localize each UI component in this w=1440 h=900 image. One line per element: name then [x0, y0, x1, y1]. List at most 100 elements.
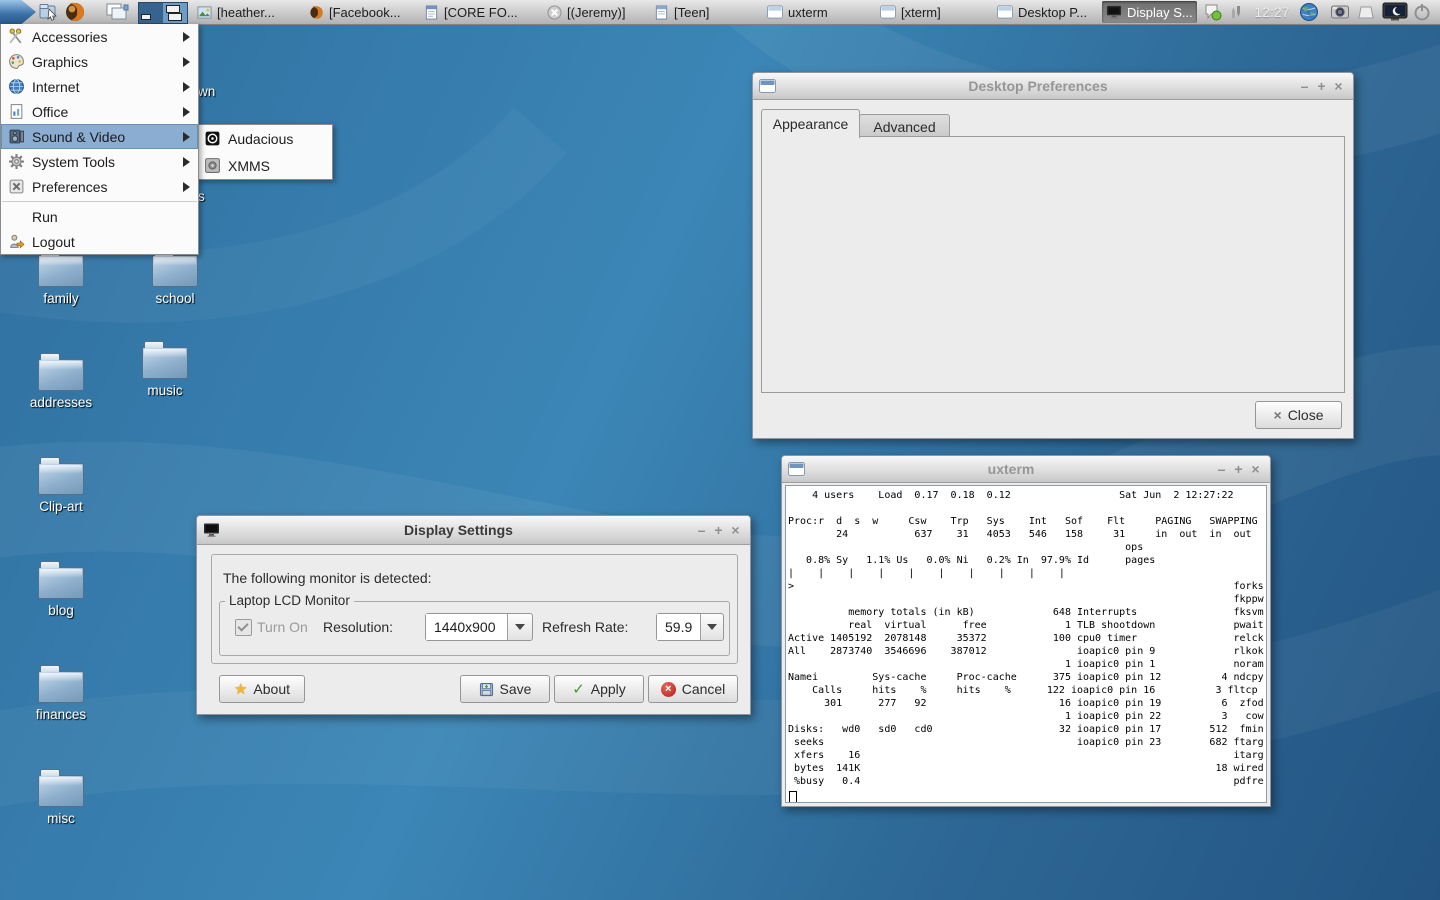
window-icon	[759, 79, 776, 93]
refresh-rate-dropdown[interactable]: 59.9	[656, 613, 724, 641]
menu-item-logout[interactable]: Logout	[1, 229, 198, 254]
desktop-preferences-titlebar[interactable]: Desktop Preferences – + ×	[753, 73, 1353, 100]
desktop-icon-finances[interactable]: finances	[15, 664, 107, 722]
menu-item-label: Logout	[32, 234, 75, 250]
terminal-line: Disks: wd0 sd0 cd0 32 ioapic0 pin 17 512…	[788, 723, 1266, 736]
taskbar-item-label: [xterm]	[901, 5, 941, 20]
folder-icon	[152, 255, 198, 287]
taskbar-item-xterm[interactable]: [xterm]	[876, 0, 945, 24]
taskbar-item-desktop-preferences[interactable]: Desktop P...	[993, 0, 1091, 24]
clock[interactable]: 12:27	[1248, 0, 1296, 24]
cancel-button[interactable]: × Cancel	[648, 675, 738, 703]
menu-separator	[2, 201, 197, 202]
folder-icon	[38, 567, 84, 599]
menu-item-sound-video[interactable]: Sound & Video	[1, 124, 198, 149]
screensaver-monitor-icon[interactable]	[1382, 2, 1408, 22]
submenu-arrow-icon	[183, 107, 190, 117]
dropdown-arrow	[507, 614, 532, 640]
submenu-item-xmms[interactable]: XMMS	[197, 152, 332, 179]
terminal-line: seeks ioapic0 pin 23 682 ftarg	[788, 736, 1266, 749]
folder-icon	[38, 463, 84, 495]
network-traffic-icon[interactable]	[1226, 2, 1246, 22]
taskbar-item-core[interactable]: [CORE FO...	[420, 0, 522, 24]
maximize-button[interactable]: +	[710, 522, 727, 538]
photo-icon	[197, 5, 212, 20]
file-manager-launcher-icon[interactable]	[38, 2, 60, 22]
occluded-icon-label-fragment: wn	[198, 84, 215, 99]
turn-on-checkbox[interactable]	[235, 619, 252, 636]
menu-item-label: Graphics	[32, 54, 88, 70]
camera-tray-icon[interactable]	[1330, 2, 1350, 22]
gear-icon	[8, 153, 25, 170]
taskbar-item-heather[interactable]: [heather...	[193, 0, 279, 24]
terminal-line: > forks	[788, 580, 1266, 593]
menu-item-label: Preferences	[32, 179, 107, 195]
close-button[interactable]: ×	[1330, 78, 1347, 94]
apply-button[interactable]: ✓ Apply	[554, 675, 644, 703]
desktop-preferences-window: Desktop Preferences – + × Appearance Adv…	[752, 72, 1354, 439]
desktop-icon-blog[interactable]: blog	[15, 560, 107, 618]
taskbar-item-display-settings-active[interactable]: Display S...	[1102, 1, 1197, 23]
display-settings-titlebar[interactable]: Display Settings – + ×	[197, 516, 750, 545]
browser-tab-icon	[309, 5, 324, 20]
save-button[interactable]: Save	[460, 675, 550, 703]
monitor-icon	[1106, 5, 1122, 19]
maximize-button[interactable]: +	[1230, 461, 1247, 477]
terminal-screen[interactable]: 4 users Load 0.17 0.18 0.12 Sat Jun 2 12…	[785, 485, 1267, 803]
desktop-icon-clip-art[interactable]: Clip-art	[15, 456, 107, 514]
desktop-icon-addresses[interactable]: addresses	[15, 352, 107, 410]
desktop-icon-music[interactable]: music	[119, 340, 211, 398]
about-button[interactable]: ★ About	[219, 675, 305, 703]
desktop-pager[interactable]	[138, 2, 188, 24]
taskbar-item-label: uxterm	[788, 5, 828, 20]
taskbar-item-jeremy[interactable]: [(Jeremy)]	[543, 0, 630, 24]
taskbar-item-facebook[interactable]: [Facebook...	[305, 0, 405, 24]
uxterm-titlebar[interactable]: uxterm – + ×	[782, 456, 1270, 483]
desktop-icon-misc[interactable]: misc	[15, 768, 107, 826]
resolution-dropdown[interactable]: 1440x900	[425, 613, 533, 641]
minimize-button[interactable]: –	[1213, 461, 1230, 477]
desktop-icon-label: school	[129, 291, 221, 306]
terminal-line: 1 ioapic0 pin 22 3 cow	[788, 710, 1266, 723]
terminal-line: | | | | | | | | | |	[788, 567, 1266, 580]
taskbar-item-teen[interactable]: [Teen]	[650, 0, 713, 24]
power-icon[interactable]	[1412, 2, 1432, 22]
menu-item-preferences[interactable]: Preferences	[1, 174, 198, 199]
taskbar-item-uxterm[interactable]: uxterm	[763, 0, 832, 24]
browser-launcher-icon[interactable]	[64, 2, 86, 22]
minimize-button[interactable]: –	[1296, 78, 1313, 94]
windows-launcher-icon[interactable]	[104, 2, 130, 22]
menu-item-internet[interactable]: Internet	[1, 74, 198, 99]
start-menu-button[interactable]	[0, 0, 36, 24]
minimize-button[interactable]: –	[693, 522, 710, 538]
submenu-item-audacious[interactable]: Audacious	[197, 125, 332, 152]
menu-item-office[interactable]: Office	[1, 99, 198, 124]
close-button[interactable]: ×	[1247, 461, 1264, 477]
pager-desktop-1[interactable]	[139, 3, 163, 23]
desktop-icon-school[interactable]: school	[129, 248, 221, 306]
close-button[interactable]: ×	[727, 522, 744, 538]
pager-desktop-2-active[interactable]	[163, 3, 187, 23]
tab-appearance[interactable]: Appearance	[761, 109, 860, 138]
save-icon	[479, 682, 494, 697]
menu-item-accessories[interactable]: Accessories	[1, 24, 198, 49]
desktop-icon-label: finances	[15, 707, 107, 722]
appearance-tab-panel	[761, 136, 1345, 393]
globe-tray-icon[interactable]	[1299, 2, 1319, 22]
menu-item-graphics[interactable]: Graphics	[1, 49, 198, 74]
apply-button-label: Apply	[591, 681, 626, 697]
desktop-icon-family[interactable]: family	[15, 248, 107, 306]
window-icon	[997, 5, 1013, 19]
folder-tray-icon[interactable]	[1356, 2, 1376, 22]
menu-item-label: Accessories	[32, 29, 107, 45]
menu-item-run[interactable]: Run	[1, 204, 198, 229]
terminal-line: 301 277 92 16 ioapic0 pin 19 6 zfod	[788, 697, 1266, 710]
close-dialog-button[interactable]: × Close	[1255, 401, 1342, 429]
messenger-status-icon[interactable]	[1203, 2, 1223, 22]
terminal-line: 1 ioapic0 pin 1 noram	[788, 658, 1266, 671]
menu-item-system-tools[interactable]: System Tools	[1, 149, 198, 174]
close-x-icon: ×	[1274, 407, 1282, 423]
application-menu: Accessories Graphics Internet Office	[0, 24, 199, 255]
maximize-button[interactable]: +	[1313, 78, 1330, 94]
palette-icon	[8, 53, 25, 70]
